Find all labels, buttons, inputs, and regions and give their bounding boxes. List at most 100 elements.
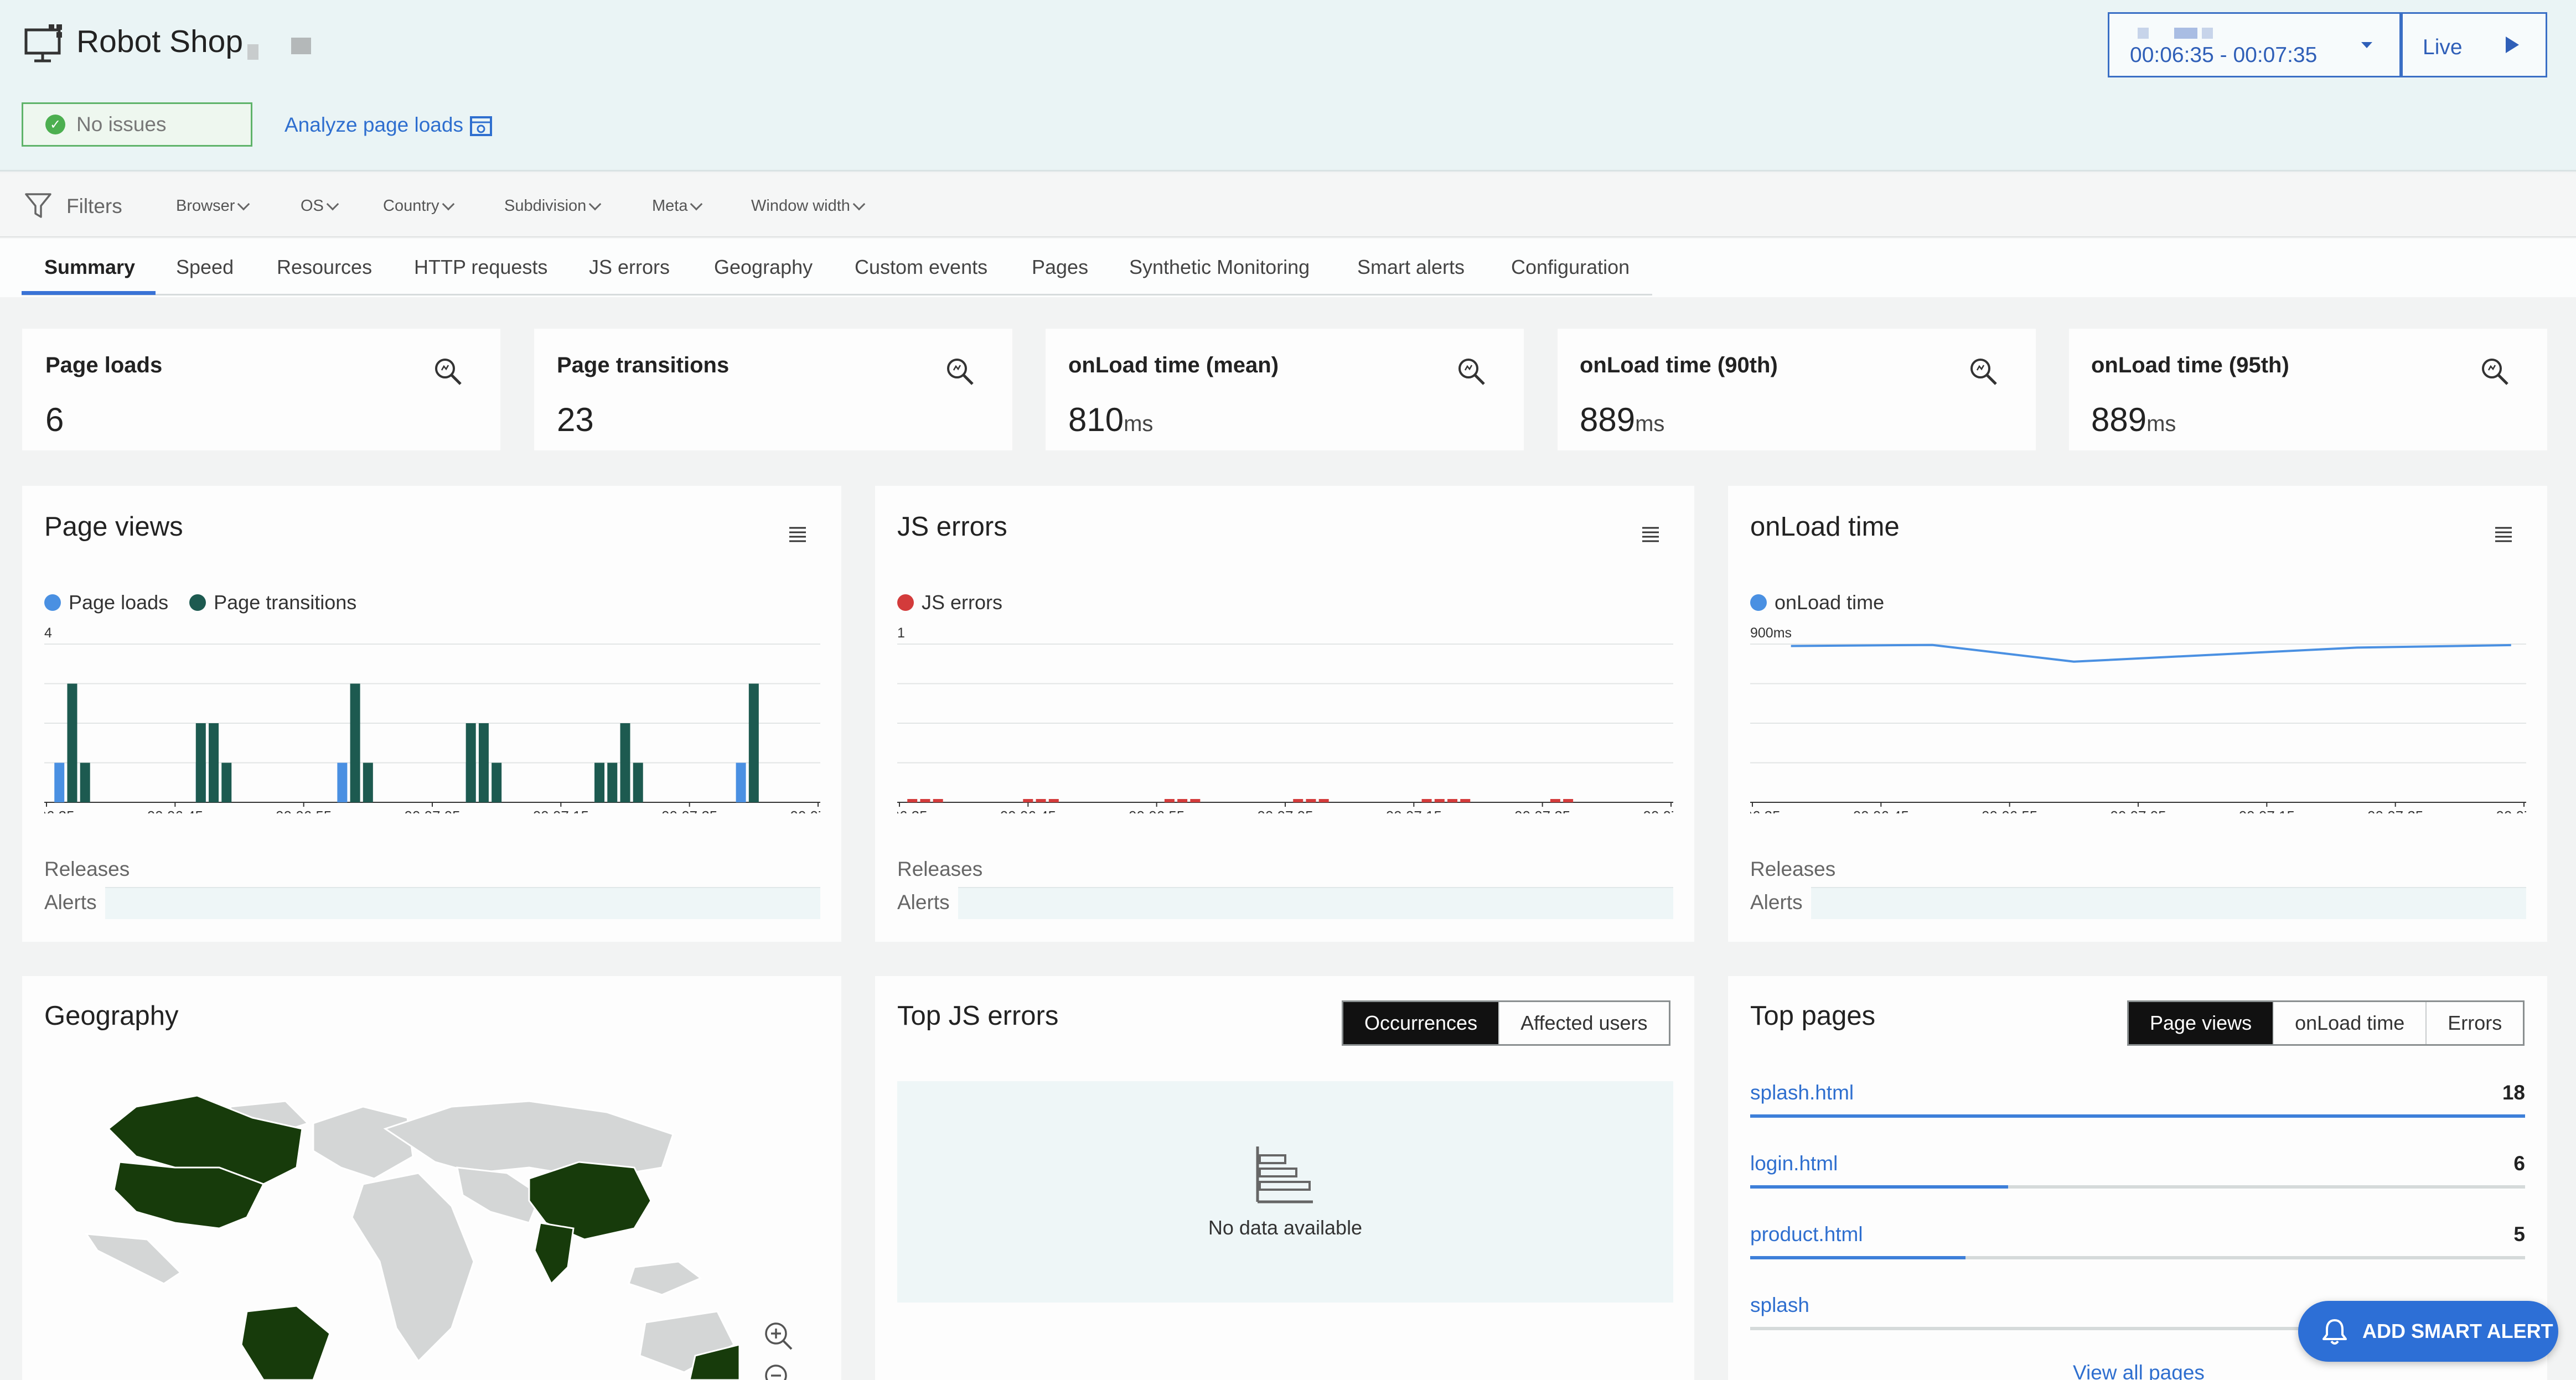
stat-title: Page loads	[45, 353, 163, 377]
legend-page-transitions[interactable]: Page transitions	[214, 591, 356, 614]
legend-onload-time[interactable]: onLoad time	[1775, 591, 1884, 614]
chevron-down-icon	[852, 198, 866, 210]
page-link[interactable]: login.html	[1750, 1152, 1838, 1175]
x-tick-label: 00:07:05	[1257, 808, 1313, 813]
stat-value: 23	[557, 401, 594, 439]
app-title: Robot Shop	[76, 24, 244, 59]
page-views-chart: 00:06:35 00:06:45 00:06:55 00:07:05 00:07:15…	[44, 636, 820, 813]
filter-subdivision-dropdown[interactable]: Subdivision	[504, 197, 602, 215]
bar-page-transitions	[465, 723, 476, 802]
bar-page-transitions	[195, 723, 206, 802]
chevron-down-icon	[589, 198, 602, 210]
filter-meta-dropdown[interactable]: Meta	[652, 197, 703, 215]
zoom-analyze-icon[interactable]	[2479, 355, 2511, 387]
page-link[interactable]: splash	[1750, 1294, 1809, 1317]
tab-geography[interactable]: Geography	[714, 256, 813, 279]
bar-page-transitions	[620, 723, 630, 802]
bar-js-errors	[1293, 799, 1303, 802]
tab-synthetic-monitoring[interactable]: Synthetic Monitoring	[1129, 256, 1310, 279]
panel-title: Top JS errors	[897, 1001, 1059, 1031]
world-map[interactable]	[53, 1085, 739, 1380]
analyze-icon[interactable]	[469, 115, 493, 137]
stat-card-page-transitions	[534, 329, 1012, 450]
legend-page-loads[interactable]: Page loads	[69, 591, 168, 614]
filter-window-width-dropdown[interactable]: Window width	[751, 197, 866, 215]
filter-os-dropdown[interactable]: OS	[301, 197, 339, 215]
tab-speed[interactable]: Speed	[176, 256, 234, 279]
legend-dot	[897, 594, 914, 611]
legend-dot	[1750, 594, 1767, 611]
x-tick-label: 00:07:25	[1514, 808, 1570, 813]
bar-page-transitions	[633, 762, 643, 802]
chart-legend: onLoad time	[1750, 591, 1884, 614]
menu-lines-icon[interactable]	[1641, 526, 1660, 542]
zoom-analyze-icon[interactable]	[432, 355, 464, 387]
tab-resources[interactable]: Resources	[277, 256, 372, 279]
bar-js-errors	[1190, 799, 1201, 802]
bar-page-transitions	[350, 683, 360, 802]
bar-js-errors	[1460, 799, 1471, 802]
alerts-label: Alerts	[1750, 891, 1803, 914]
stat-value: 889ms	[1580, 401, 1664, 439]
legend-js-errors[interactable]: JS errors	[922, 591, 1002, 614]
tab-summary[interactable]: Summary	[44, 256, 135, 279]
bar-page-transitions	[221, 762, 232, 802]
stat-card-page-loads	[22, 329, 500, 450]
x-tick-label: 00:06:55	[276, 808, 332, 813]
tab-http-requests[interactable]: HTTP requests	[414, 256, 547, 279]
toggle-affected-users[interactable]: Affected users	[1499, 1002, 1668, 1044]
onload-time-chart: 00:06:35 00:06:45 00:06:55 00:07:05 00:07:15…	[1750, 636, 2526, 813]
filter-os-label: OS	[301, 197, 324, 215]
menu-lines-icon[interactable]	[2494, 526, 2513, 542]
analyze-page-loads-link[interactable]: Analyze page loads	[285, 113, 463, 137]
x-tick-label: 00:07:05	[404, 808, 460, 813]
legend-dot	[44, 594, 61, 611]
bar-page-transitions	[209, 723, 219, 802]
chevron-down-icon	[442, 198, 454, 210]
stat-number: 889	[1580, 401, 1636, 438]
tab-configuration[interactable]: Configuration	[1511, 256, 1630, 279]
filter-icon[interactable]	[24, 193, 52, 219]
panel-title: Top pages	[1750, 1001, 1876, 1031]
page-link[interactable]: splash.html	[1750, 1081, 1854, 1104]
line-onload-time	[1791, 644, 2511, 663]
bar-js-errors	[920, 799, 930, 802]
tab-pages[interactable]: Pages	[1032, 256, 1088, 279]
x-tick-label: 00:07:35	[2496, 808, 2526, 813]
chevron-down-icon	[237, 198, 250, 210]
caret-down-icon[interactable]	[2360, 41, 2373, 50]
page-bar-track	[1750, 1185, 2525, 1189]
panel-title: onLoad time	[1750, 512, 1900, 542]
filter-browser-dropdown[interactable]: Browser	[176, 197, 250, 215]
zoom-out-icon[interactable]	[762, 1361, 795, 1380]
check-circle-icon: ✓	[45, 115, 65, 134]
zoom-in-icon[interactable]	[762, 1319, 795, 1352]
stat-value: 810ms	[1068, 401, 1153, 439]
js-errors-chart: 00:06:35 00:06:45 00:06:55 00:07:05 00:07:15…	[897, 636, 1673, 813]
menu-lines-icon[interactable]	[788, 526, 807, 542]
bar-page-loads	[736, 762, 746, 802]
view-all-pages-link[interactable]: View all pages	[2073, 1361, 2205, 1380]
toggle-onload-time[interactable]: onLoad time	[2274, 1002, 2427, 1044]
toggle-errors[interactable]: Errors	[2427, 1002, 2523, 1044]
zoom-analyze-icon[interactable]	[944, 355, 976, 387]
toggle-page-views[interactable]: Page views	[2129, 1002, 2274, 1044]
tab-custom-events[interactable]: Custom events	[855, 256, 987, 279]
toggle-occurrences[interactable]: Occurrences	[1343, 1002, 1500, 1044]
x-tick-label: 00:06:45	[1853, 808, 1909, 813]
page-bar-fill	[1750, 1114, 2525, 1118]
tab-smart-alerts[interactable]: Smart alerts	[1357, 256, 1465, 279]
stat-value: 889ms	[2091, 401, 2176, 439]
add-smart-alert-button[interactable]: ADD SMART ALERT	[2298, 1301, 2558, 1362]
page-link[interactable]: product.html	[1750, 1223, 1863, 1246]
tab-js-errors[interactable]: JS errors	[589, 256, 670, 279]
zoom-analyze-icon[interactable]	[1455, 355, 1487, 387]
stat-title: onLoad time (mean)	[1068, 353, 1279, 377]
no-issues-badge[interactable]: ✓ No issues	[22, 102, 252, 147]
filter-country-dropdown[interactable]: Country	[383, 197, 454, 215]
stat-title: Page transitions	[557, 353, 730, 377]
js-errors-toggle: Occurrences Affected users	[1342, 1000, 1670, 1046]
stat-value: 6	[45, 401, 64, 439]
zoom-analyze-icon[interactable]	[1967, 355, 1999, 387]
stat-unit: ms	[1635, 412, 1665, 436]
